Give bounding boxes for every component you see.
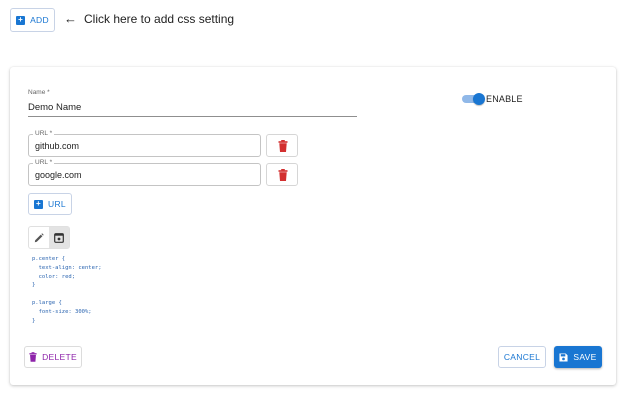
cancel-label: CANCEL xyxy=(503,352,541,362)
add-url-label: URL xyxy=(48,199,66,209)
plus-box-icon: + xyxy=(34,199,44,209)
cancel-button[interactable]: CANCEL xyxy=(498,346,546,368)
add-setting-button[interactable]: + ADD xyxy=(10,8,55,32)
url-field-2[interactable]: URL * google.com xyxy=(28,159,261,186)
name-label: Name * xyxy=(28,89,50,96)
delete-url-button-1[interactable] xyxy=(266,134,298,157)
toggle-knob xyxy=(473,93,485,105)
save-label: SAVE xyxy=(573,352,597,362)
editor-mode-toggle xyxy=(28,226,70,249)
add-url-button[interactable]: + URL xyxy=(28,193,72,215)
name-value: Demo Name xyxy=(28,102,82,113)
pencil-icon xyxy=(34,232,44,242)
css-code-preview: p.center { text-align: center; color: re… xyxy=(32,256,102,324)
delete-url-button-2[interactable] xyxy=(266,163,298,186)
save-icon xyxy=(559,352,568,362)
url-label-2: URL * xyxy=(33,159,55,167)
url-value-2: google.com xyxy=(35,170,82,180)
trash-icon xyxy=(278,140,288,152)
settings-card: Name * Demo Name ENABLE URL * github.com… xyxy=(10,67,616,385)
preview-mode-button[interactable] xyxy=(49,227,69,248)
delete-button[interactable]: DELETE xyxy=(24,346,82,368)
name-field[interactable]: Name * Demo Name xyxy=(28,89,357,117)
trash-icon xyxy=(278,169,288,181)
trash-icon xyxy=(29,352,37,362)
delete-label: DELETE xyxy=(42,352,77,362)
url-field-1[interactable]: URL * github.com xyxy=(28,130,261,157)
add-setting-label: ADD xyxy=(30,15,49,25)
arrow-left-icon: ← xyxy=(64,11,77,26)
preview-icon xyxy=(54,232,64,243)
hint-text: Click here to add css setting xyxy=(84,11,235,26)
enable-label: ENABLE xyxy=(486,94,523,104)
url-label-1: URL * xyxy=(33,130,55,138)
save-button[interactable]: SAVE xyxy=(554,346,602,368)
enable-toggle[interactable] xyxy=(462,93,485,105)
plus-box-icon: + xyxy=(16,15,26,25)
url-value-1: github.com xyxy=(35,141,80,151)
edit-mode-button[interactable] xyxy=(29,227,49,248)
add-hint: ← Click here to add css setting xyxy=(64,11,234,26)
